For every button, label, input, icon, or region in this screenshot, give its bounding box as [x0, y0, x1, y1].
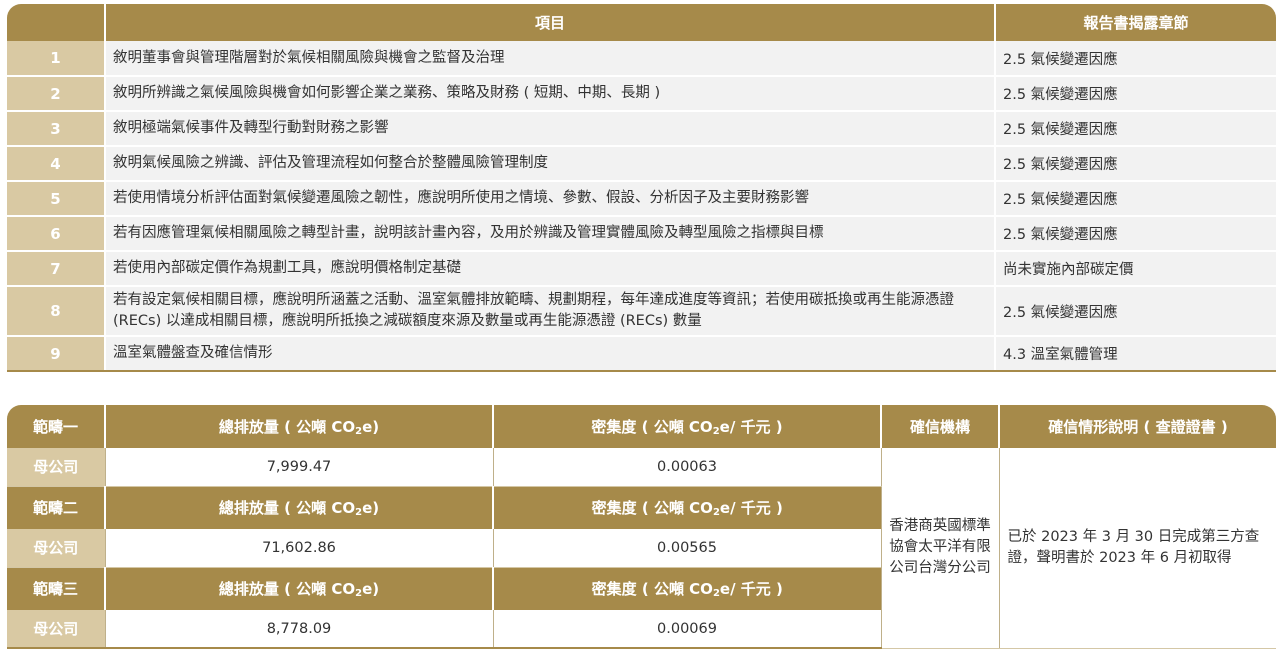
table-row: 4 敘明氣候風險之辨識、評估及管理流程如何整合於整體風險管理制度 2.5 氣候變…	[7, 146, 1276, 182]
intensity-header: 密集度 ( 公噸 CO2e/ 千元 )	[492, 567, 881, 610]
row-chapter: 2.5 氣候變遷因應	[994, 286, 1276, 337]
scope-label: 範疇一	[7, 405, 105, 448]
row-number: 5	[7, 181, 105, 217]
table-row: 8 若有設定氣候相關目標，應說明所涵蓋之活動、溫室氣體排放範疇、規劃期程，每年達…	[7, 286, 1276, 337]
table-row: 1 敘明董事會與管理階層對於氣候相關風險與機會之監督及治理 2.5 氣候變遷因應	[7, 41, 1276, 77]
total-emissions-value: 8,778.09	[104, 610, 493, 649]
verification-description: 已於 2023 年 3 月 30 日完成第三方查證，聲明書於 2023 年 6 …	[998, 448, 1276, 649]
intensity-header: 密集度 ( 公噸 CO2e/ 千元 )	[492, 405, 881, 448]
verifier-name: 香港商英國標準協會太平洋有限公司台灣分公司	[880, 448, 999, 649]
header-item: 項目	[104, 4, 996, 41]
table-row: 母公司 7,999.47 0.00063 香港商英國標準協會太平洋有限公司台灣分…	[7, 448, 1276, 649]
row-chapter: 2.5 氣候變遷因應	[994, 41, 1276, 77]
header-number-cell	[7, 4, 105, 41]
row-chapter: 尚未實施內部碳定價	[994, 251, 1276, 287]
row-item: 敘明董事會與管理階層對於氣候相關風險與機會之監督及治理	[104, 41, 995, 77]
table-row: 3 敘明極端氣候事件及轉型行動對財務之影響 2.5 氣候變遷因應	[7, 111, 1276, 147]
table-row: 9 溫室氣體盤查及確信情形 4.3 溫室氣體管理	[7, 336, 1276, 372]
intensity-value: 0.00565	[492, 529, 881, 568]
row-number: 8	[7, 286, 105, 337]
entity-label: 母公司	[7, 529, 105, 568]
verifier-header: 確信機構	[880, 405, 999, 448]
row-number: 2	[7, 76, 105, 112]
scope-label: 範疇二	[7, 486, 105, 529]
row-chapter: 2.5 氣候變遷因應	[994, 216, 1276, 252]
row-number: 6	[7, 216, 105, 252]
header-chapter: 報告書揭露章節	[995, 4, 1276, 41]
row-item: 若使用情境分析評估面對氣候變遷風險之韌性，應說明所使用之情境、參數、假設、分析因…	[104, 181, 995, 217]
row-chapter: 2.5 氣候變遷因應	[994, 181, 1276, 217]
total-emissions-header: 總排放量 ( 公噸 CO2e)	[104, 486, 493, 529]
row-number: 1	[7, 41, 105, 77]
table-header-row: 項目 報告書揭露章節	[7, 4, 1276, 41]
verification-description-header: 確信情形說明 ( 查證證書 )	[998, 405, 1276, 448]
total-emissions-header: 總排放量 ( 公噸 CO2e)	[104, 567, 493, 610]
entity-label: 母公司	[7, 610, 105, 649]
row-number: 9	[7, 336, 105, 372]
row-number: 7	[7, 251, 105, 287]
intensity-value: 0.00069	[492, 610, 881, 649]
climate-disclosure-table: 項目 報告書揭露章節 1 敘明董事會與管理階層對於氣候相關風險與機會之監督及治理…	[7, 4, 1276, 372]
row-item: 若有因應管理氣候相關風險之轉型計畫，說明該計畫內容，及用於辨識及管理實體風險及轉…	[104, 216, 995, 252]
total-emissions-header: 總排放量 ( 公噸 CO2e)	[104, 405, 493, 448]
row-item: 若使用內部碳定價作為規劃工具，應說明價格制定基礎	[104, 251, 995, 287]
total-emissions-value: 71,602.86	[104, 529, 493, 568]
row-item: 若有設定氣候相關目標，應說明所涵蓋之活動、溫室氣體排放範疇、規劃期程，每年達成進…	[104, 286, 995, 337]
row-chapter: 2.5 氣候變遷因應	[994, 146, 1276, 182]
scope-label: 範疇三	[7, 567, 105, 610]
ghg-emissions-table: 範疇一 總排放量 ( 公噸 CO2e) 密集度 ( 公噸 CO2e/ 千元 ) …	[7, 405, 1276, 649]
table-row: 7 若使用內部碳定價作為規劃工具，應說明價格制定基礎 尚未實施內部碳定價	[7, 251, 1276, 287]
row-chapter: 2.5 氣候變遷因應	[994, 76, 1276, 112]
row-number: 4	[7, 146, 105, 182]
table-row: 6 若有因應管理氣候相關風險之轉型計畫，說明該計畫內容，及用於辨識及管理實體風險…	[7, 216, 1276, 252]
total-emissions-value: 7,999.47	[104, 448, 493, 487]
row-item: 敘明所辨識之氣候風險與機會如何影響企業之業務、策略及財務 ( 短期、中期、長期 …	[104, 76, 995, 112]
row-item: 溫室氣體盤查及確信情形	[104, 336, 995, 372]
row-item: 敘明氣候風險之辨識、評估及管理流程如何整合於整體風險管理制度	[104, 146, 995, 182]
intensity-value: 0.00063	[492, 448, 881, 487]
table-row: 5 若使用情境分析評估面對氣候變遷風險之韌性，應說明所使用之情境、參數、假設、分…	[7, 181, 1276, 217]
entity-label: 母公司	[7, 448, 105, 487]
row-item: 敘明極端氣候事件及轉型行動對財務之影響	[104, 111, 995, 147]
row-chapter: 2.5 氣候變遷因應	[994, 111, 1276, 147]
row-number: 3	[7, 111, 105, 147]
intensity-header: 密集度 ( 公噸 CO2e/ 千元 )	[492, 486, 881, 529]
table-row: 2 敘明所辨識之氣候風險與機會如何影響企業之業務、策略及財務 ( 短期、中期、長…	[7, 76, 1276, 112]
row-chapter: 4.3 溫室氣體管理	[994, 336, 1276, 372]
scope-header-row: 範疇一 總排放量 ( 公噸 CO2e) 密集度 ( 公噸 CO2e/ 千元 ) …	[7, 405, 1276, 448]
